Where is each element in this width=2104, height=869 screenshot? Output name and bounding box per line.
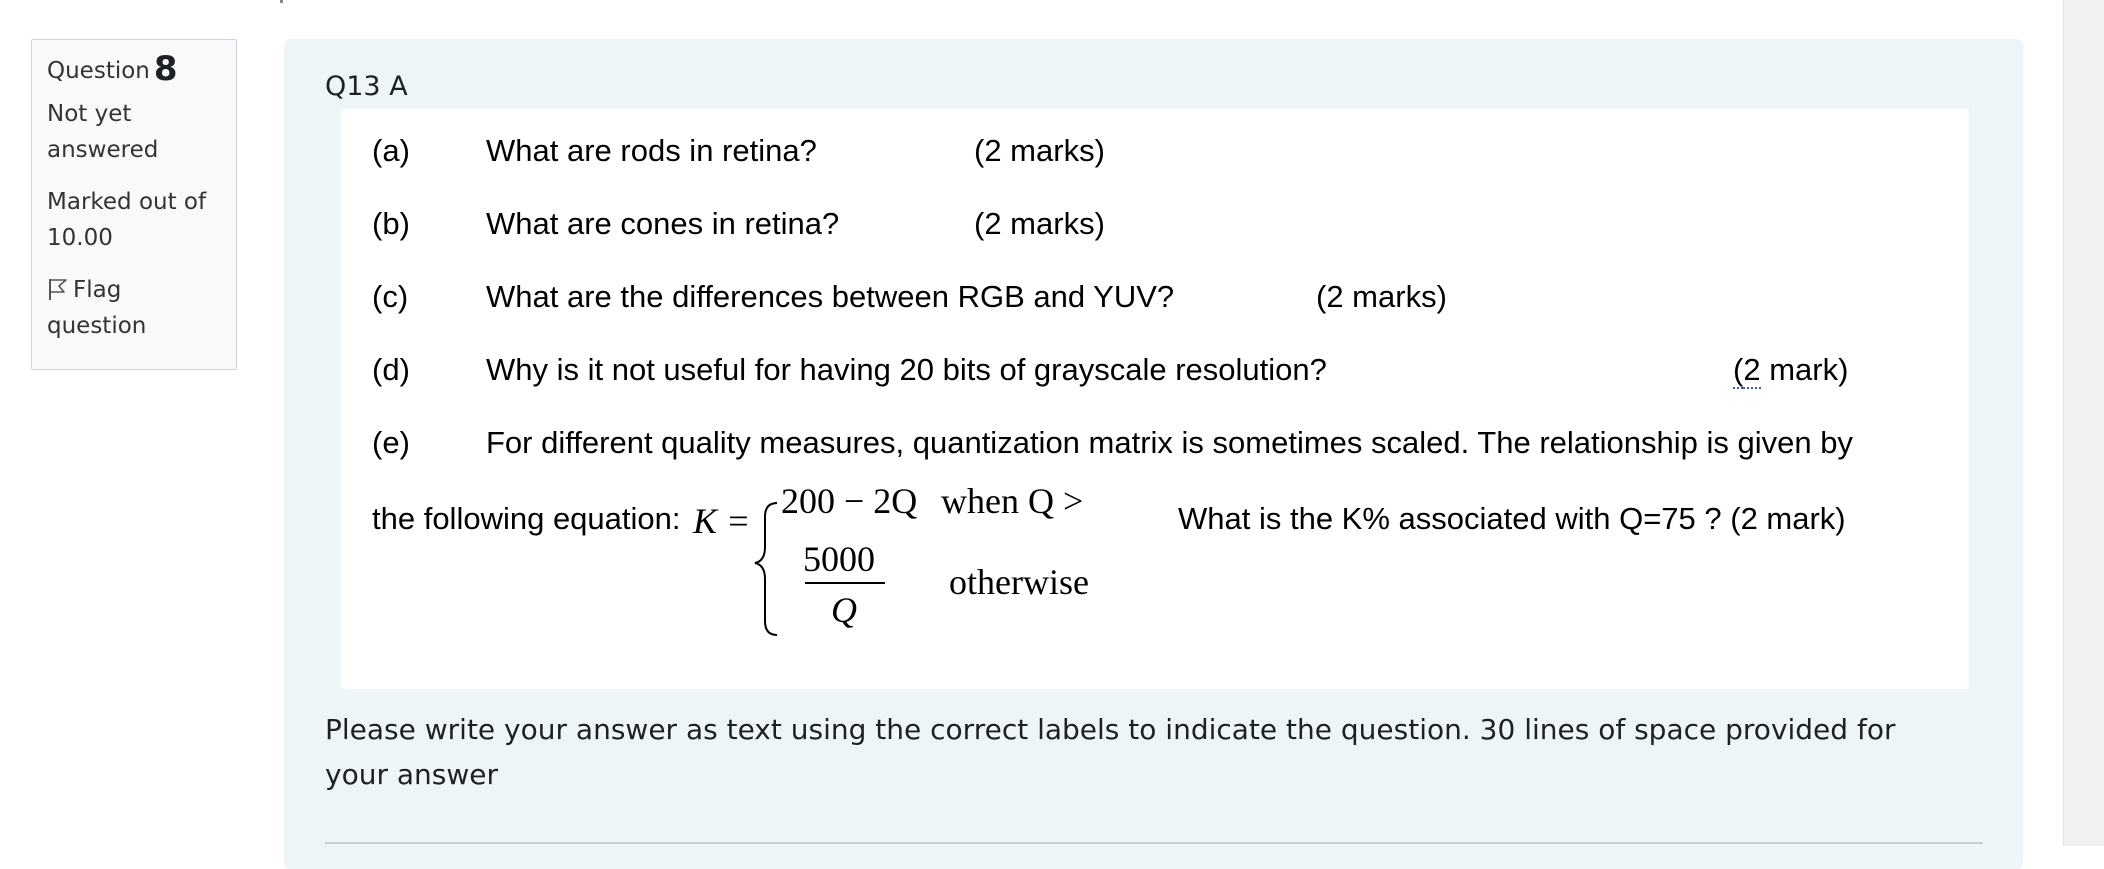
marks-open: (: [1733, 352, 1744, 389]
formula-case2-cond: otherwise.: [949, 562, 1091, 602]
question-title: Q13 A: [325, 71, 408, 102]
flag-question-link[interactable]: Flag question: [47, 272, 236, 344]
state-line-2: answered: [47, 137, 159, 163]
state-line-1: Not yet: [47, 101, 132, 127]
question-grade: Marked out of 10.00: [47, 184, 236, 256]
question-number: 8: [153, 49, 178, 89]
formula-case2-denominator: Q: [831, 590, 857, 630]
formula-case1-expr: 200 − 2Q: [781, 487, 917, 521]
question-number-heading: Question 8: [47, 52, 236, 86]
formula-lhs: K =: [692, 501, 750, 541]
answer-editor-top-border[interactable]: [325, 842, 1983, 844]
flag-label-line-2: question: [47, 313, 147, 339]
formula-case1-cond: when Q > 50: [941, 487, 1091, 521]
part-label: (a): [372, 133, 410, 168]
answer-instructions: Please write your answer as text using t…: [325, 713, 1896, 791]
part-label: (d): [372, 352, 410, 387]
part-marks: (2 marks): [1316, 279, 1447, 314]
formula-brace: [754, 502, 778, 636]
formula-graphic: K = 200 − 2Q when Q > 50 5000 Q otherwis…: [692, 481, 1128, 636]
part-label: (b): [372, 206, 410, 241]
flag-icon: [47, 276, 69, 300]
page-scrollbar[interactable]: [2063, 0, 2104, 846]
marks-rest: mark): [1760, 352, 1849, 387]
formula-case2-numerator: 5000: [803, 539, 875, 579]
equation-question-text: What is the K% associated with Q=75 ? (2…: [1178, 501, 1846, 536]
part-text: What are cones in retina?: [486, 206, 840, 241]
question-info-box: Question 8 Not yet answered Marked out of…: [31, 39, 237, 370]
part-label: (e): [372, 425, 410, 460]
marks-number: 2: [1743, 352, 1761, 389]
part-text: Why is it not useful for having 20 bits …: [486, 352, 1327, 387]
grade-line-2: 10.00: [47, 225, 113, 251]
part-label: (c): [372, 279, 409, 314]
part-marks: (2 mark): [1733, 350, 1848, 390]
part-text: What are the differences between RGB and…: [486, 279, 1175, 314]
question-text-box: (a) What are rods in retina? (2 marks) (…: [341, 109, 1969, 689]
piecewise-formula: K = 200 − 2Q when Q > 50 5000 Q otherwis…: [691, 481, 1128, 676]
page-top-artifact: [280, 0, 283, 3]
flag-label-line-1: Flag: [73, 277, 122, 303]
question-word: Question: [47, 58, 150, 84]
equation-lead-text: the following equation:: [372, 501, 681, 536]
question-content-panel: Q13 A (a) What are rods in retina? (2 ma…: [284, 39, 2023, 869]
part-text: For different quality measures, quantiza…: [486, 425, 1853, 460]
grade-line-1: Marked out of: [47, 189, 207, 215]
part-text: What are rods in retina?: [486, 133, 817, 168]
part-marks: (2 marks): [974, 206, 1105, 241]
question-state: Not yet answered: [47, 96, 236, 168]
part-marks: (2 marks): [974, 133, 1105, 168]
